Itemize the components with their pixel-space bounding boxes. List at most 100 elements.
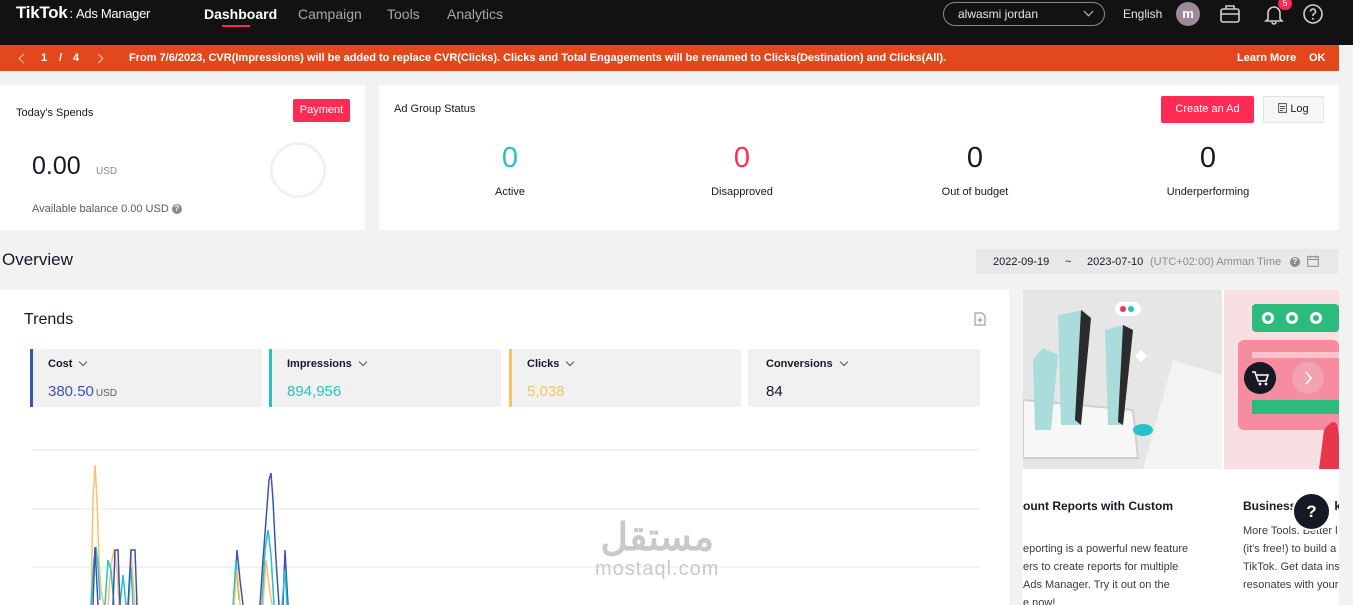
promo-card1-line: ers to create reports for multiple (1023, 561, 1179, 573)
metric-value: 84 (766, 383, 783, 400)
date-start: 2022-09-19 (993, 256, 1050, 268)
spend-currency: USD (96, 166, 118, 177)
reports-illustration (1023, 290, 1222, 469)
banner-ok-button[interactable]: OK (1309, 52, 1326, 64)
metric-value-text: 380.50 (48, 383, 94, 400)
chevron-down-icon (79, 357, 88, 367)
ad-group-status-title: Ad Group Status (394, 103, 476, 115)
date-range-picker[interactable]: 2022-09-19 ~ 2023-07-10 (UTC+02:00) Amma… (976, 249, 1338, 274)
export-icon[interactable] (974, 312, 986, 326)
business-illustration (1224, 290, 1339, 469)
nav-dashboard[interactable]: Dashboard (204, 6, 277, 22)
banner-message: From 7/6/2023, CVR(Impressions) will be … (129, 52, 947, 64)
chevron-down-icon (358, 357, 368, 367)
account-name: alwasmi jordan (958, 7, 1039, 21)
nav-tools[interactable]: Tools (387, 6, 420, 22)
logo-text: TikTok (16, 3, 68, 22)
spend-amount: 0.00 (32, 152, 81, 180)
spend-ring-chart (270, 142, 326, 198)
avatar[interactable]: m (1176, 2, 1200, 26)
nav-campaign[interactable]: Campaign (298, 6, 362, 22)
ad-group-status-card: Ad Group Status Create an Ad Log 0 Activ… (379, 85, 1339, 230)
log-label: Log (1290, 103, 1309, 115)
watermark-arabic: مستقل (600, 517, 715, 559)
metric-label-text: Clicks (527, 358, 560, 370)
product-name: : Ads Manager (69, 6, 151, 21)
banner-page-separator: / (59, 52, 63, 64)
announcement-banner: 1 / 4 From 7/6/2023, CVR(Impressions) wi… (0, 45, 1339, 71)
trends-line-chart (32, 449, 979, 605)
stat-underperforming-label: Underperforming (1166, 186, 1250, 198)
metric-label: Conversions (766, 357, 848, 370)
chevron-right-icon[interactable] (93, 53, 104, 64)
stat-disapproved-value: 0 (733, 142, 751, 174)
product-label: Ads Manager (76, 6, 151, 21)
account-selector[interactable]: alwasmi jordan (943, 2, 1105, 26)
metric-value: 5,038 (527, 383, 565, 400)
metric-label-text: Cost (48, 358, 73, 370)
promo-card1-line: Ads Manager. Try it out on the (1023, 579, 1170, 591)
metric-card-impressions[interactable]: Impressions 894,956 (269, 349, 501, 407)
cost-line-2 (233, 472, 289, 605)
briefcase-icon[interactable] (1219, 3, 1241, 25)
promo-carousel: ount Reports with Custom eporting is a p… (1023, 290, 1339, 605)
help-icon[interactable] (1302, 3, 1324, 25)
metric-value: 894,956 (287, 383, 342, 400)
banner-page-total: 4 (73, 52, 80, 64)
payment-button[interactable]: Payment (293, 99, 350, 122)
promo-card2-line: TikTok. Get data ins (1243, 561, 1339, 573)
watermark: مستقل mostaql.com (595, 518, 719, 581)
promo-card2-line: resonates with your (1243, 579, 1339, 591)
stat-disapproved-label: Disapproved (711, 186, 773, 198)
learn-more-link[interactable]: Learn More (1237, 52, 1296, 64)
timezone-label: (UTC+02:00) Amman Time (1150, 256, 1282, 268)
available-balance: Available balance 0.00 USD? (32, 203, 182, 215)
date-separator: ~ (1065, 256, 1072, 268)
chevron-down-icon (566, 357, 575, 367)
stat-out-of-budget-label: Out of budget (941, 186, 1009, 198)
chevron-left-icon[interactable] (18, 53, 29, 64)
language-selector[interactable]: English (1123, 7, 1162, 21)
calendar-icon[interactable] (1307, 255, 1319, 267)
metric-card-clicks[interactable]: Clicks 5,038 (509, 349, 741, 407)
question-icon[interactable]: ? (1290, 257, 1300, 267)
help-chat-button[interactable]: ? (1292, 492, 1331, 531)
promo-card1-line: eporting is a powerful new feature (1023, 543, 1189, 555)
metric-label-text: Impressions (287, 358, 352, 370)
metric-unit: USD (95, 388, 118, 399)
trends-title: Trends (24, 311, 74, 328)
promo-image-reports[interactable] (1023, 290, 1222, 469)
metric-value: 380.50 USD (48, 383, 117, 400)
stat-out-of-budget-value: 0 (966, 142, 984, 174)
promo-card2-title-text: Business (1243, 499, 1297, 513)
notification-badge: 5 (1278, 0, 1292, 10)
metric-label-text: Conversions (766, 358, 833, 370)
top-navigation-bar: TikTok: Ads Manager Dashboard Campaign T… (0, 0, 1353, 45)
metric-card-conversions[interactable]: Conversions 84 (748, 349, 980, 407)
metric-label: Impressions (287, 357, 368, 370)
stat-active-value: 0 (501, 142, 519, 174)
promo-card2-title-cut: kT (1334, 499, 1339, 513)
spends-title: Today's Spends (16, 107, 94, 119)
promo-image-business[interactable] (1224, 290, 1339, 469)
metric-label: Clicks (527, 357, 575, 370)
overview-heading: Overview (2, 250, 73, 269)
promo-card2-line: (it's free!) to build a (1243, 543, 1337, 555)
chevron-down-icon (1083, 6, 1094, 17)
todays-spends-card: Today's Spends Payment 0.00 USD Availabl… (0, 85, 365, 230)
tiktok-ads-logo[interactable]: TikTok: Ads Manager (16, 3, 150, 23)
metric-label: Cost (48, 357, 88, 370)
promo-card1-title[interactable]: ount Reports with Custom (1023, 499, 1173, 513)
chevron-down-icon (839, 357, 848, 367)
stat-active-label: Active (495, 186, 525, 198)
question-icon[interactable]: ? (171, 204, 182, 215)
nav-analytics[interactable]: Analytics (447, 6, 503, 22)
banner-page-current: 1 (41, 52, 48, 64)
metric-card-cost[interactable]: Cost 380.50 USD (30, 349, 262, 407)
document-icon (1278, 103, 1288, 113)
watermark-latin: mostaql.com (595, 558, 720, 580)
create-ad-button[interactable]: Create an Ad (1161, 96, 1254, 123)
balance-text: Available balance 0.00 USD (32, 203, 169, 215)
log-button[interactable]: Log (1263, 96, 1324, 123)
nav-active-indicator (222, 25, 250, 27)
